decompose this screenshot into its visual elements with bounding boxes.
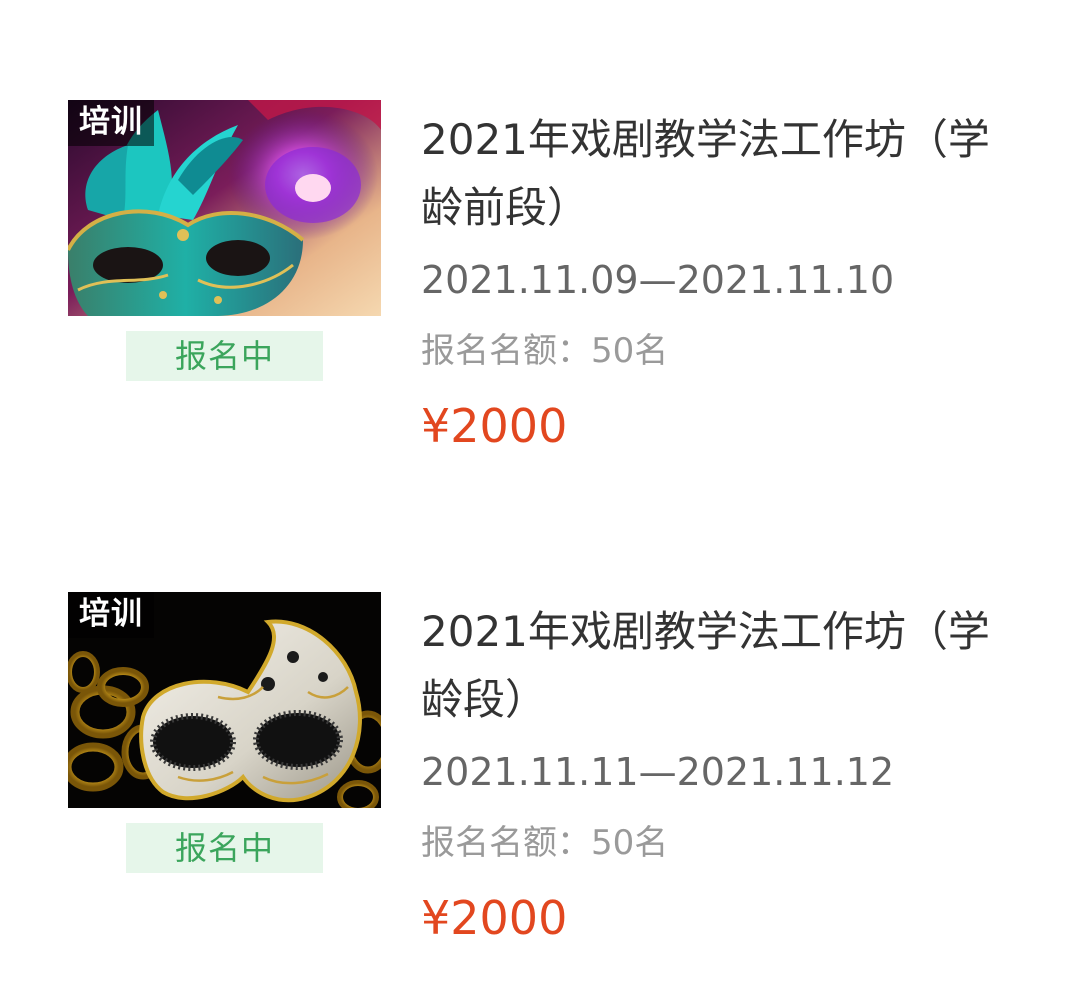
category-badge: 培训	[68, 100, 154, 146]
event-card[interactable]: 培训 报名中 2021年戏剧教学法工作坊（学龄前段） 2021.11.09—20…	[0, 100, 1080, 480]
event-dates: 2021.11.11—2021.11.12	[421, 750, 895, 794]
event-thumbnail[interactable]: 培训	[68, 100, 381, 316]
event-thumbnail[interactable]: 培训	[68, 592, 381, 808]
event-title[interactable]: 2021年戏剧教学法工作坊（学龄前段）	[421, 106, 1021, 242]
registration-quota: 报名名额：50名	[421, 331, 669, 371]
category-badge: 培训	[68, 592, 154, 638]
event-card[interactable]: 培训 报名中 2021年戏剧教学法工作坊（学龄段） 2021.11.11—202…	[0, 592, 1080, 972]
registration-status-badge: 报名中	[126, 823, 323, 873]
event-price: ¥2000	[421, 891, 568, 945]
event-price: ¥2000	[421, 399, 568, 453]
registration-quota: 报名名额：50名	[421, 823, 669, 863]
event-dates: 2021.11.09—2021.11.10	[421, 258, 895, 302]
event-title[interactable]: 2021年戏剧教学法工作坊（学龄段）	[421, 598, 1021, 734]
registration-status-badge: 报名中	[126, 331, 323, 381]
